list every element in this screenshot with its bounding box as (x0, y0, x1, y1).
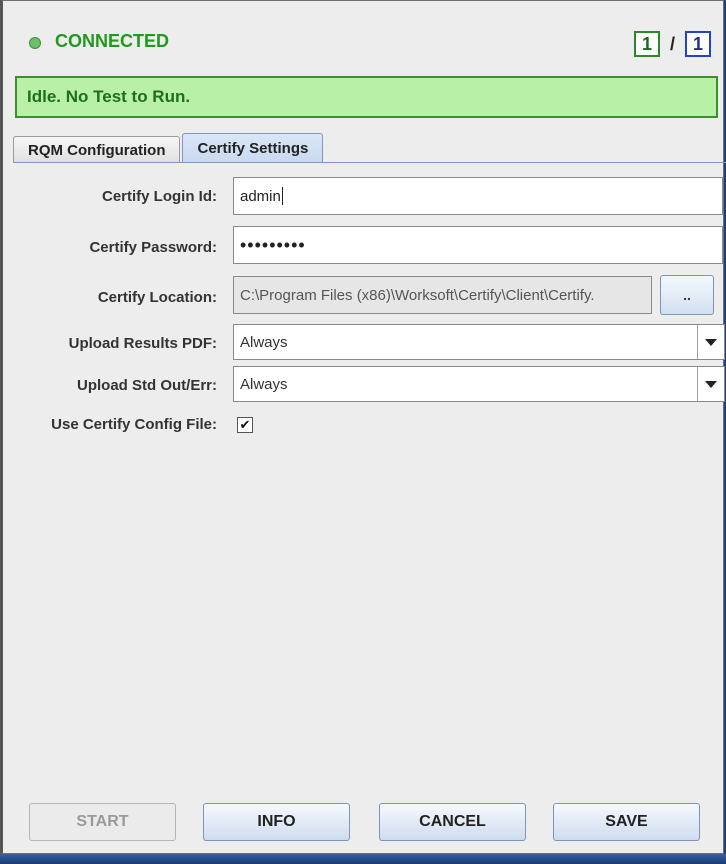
location-label: Certify Location: (97, 289, 217, 306)
connection-status-icon (29, 37, 41, 49)
chevron-down-icon[interactable] (697, 325, 724, 359)
login-id-value: admin (240, 187, 281, 205)
action-buttons: START INFO CANCEL SAVE (29, 803, 700, 841)
browse-button[interactable]: .. (660, 275, 714, 315)
text-caret (281, 187, 283, 205)
taskbar-strip (0, 854, 726, 864)
chevron-down-icon[interactable] (697, 367, 724, 401)
config-file-checkbox[interactable]: ✔ (237, 417, 253, 433)
tab-bar: RQM Configuration Certify Settings (13, 133, 325, 163)
status-row: CONNECTED 1 / 1 (3, 1, 723, 73)
upload-pdf-label: Upload Results PDF: (68, 335, 217, 352)
save-button[interactable]: SAVE (553, 803, 700, 841)
location-value: C:\Program Files (x86)\Worksoft\Certify\… (240, 286, 595, 304)
counter-total: 1 (685, 31, 711, 57)
status-banner: Idle. No Test to Run. (15, 76, 718, 118)
info-button[interactable]: INFO (203, 803, 350, 841)
upload-std-select[interactable]: Always (233, 366, 725, 402)
tab-rqm-configuration[interactable]: RQM Configuration (13, 136, 181, 163)
login-id-label: Certify Login Id: (102, 188, 217, 205)
config-file-label: Use Certify Config File: (51, 416, 217, 433)
counter-separator: / (669, 33, 675, 54)
upload-pdf-select[interactable]: Always (233, 324, 725, 360)
location-field: C:\Program Files (x86)\Worksoft\Certify\… (233, 276, 652, 314)
password-label: Certify Password: (89, 239, 217, 256)
tab-certify-settings[interactable]: Certify Settings (182, 133, 324, 163)
start-button: START (29, 803, 176, 841)
password-value: ••••••••• (240, 234, 306, 255)
login-id-field[interactable]: admin (233, 177, 723, 215)
upload-std-label: Upload Std Out/Err: (77, 377, 217, 394)
connection-status: CONNECTED (55, 31, 170, 51)
counter-current: 1 (633, 31, 660, 57)
upload-std-value: Always (240, 375, 288, 393)
password-field[interactable]: ••••••••• (233, 226, 723, 264)
cancel-button[interactable]: CANCEL (379, 803, 526, 841)
test-counter: 1 / 1 (633, 31, 711, 57)
upload-pdf-value: Always (240, 333, 288, 351)
tab-divider (13, 162, 726, 163)
rqm-certify-window: CONNECTED 1 / 1 Idle. No Test to Run. RQ… (0, 0, 726, 854)
